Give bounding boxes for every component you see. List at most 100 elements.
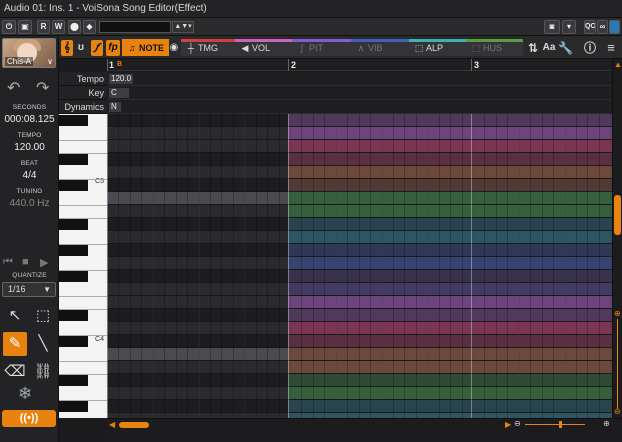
tuning-value[interactable]: 440.0 Hz [0,198,59,209]
menu-icon[interactable]: ≡ [604,40,618,56]
camera-icon[interactable]: ◙ [544,20,560,34]
zoom-in-vertical-icon[interactable]: ⊕ [614,309,621,318]
tab-alp[interactable]: ⬚ ALP [409,39,466,56]
quantize-select[interactable]: 1/16 ▼ [2,282,56,297]
power-icon[interactable]: ⏻ [2,20,16,34]
horizontal-zoom-knob[interactable] [559,421,562,428]
dynamics-track-value[interactable]: N [109,102,121,112]
tempo-track-value[interactable]: 120.0 [109,74,134,84]
black-key[interactable] [59,271,88,282]
redo-icon[interactable]: ↷ [36,78,49,98]
status-indicator-icon[interactable] [609,20,620,34]
grid-row-out[interactable] [107,244,288,257]
grid-row-out[interactable] [107,179,288,192]
grid-row-out[interactable] [107,283,288,296]
singer-avatar[interactable]: Chis-A ∨ [2,38,56,68]
link-icon[interactable]: ∞ [597,20,608,34]
horizontal-scroll-thumb[interactable] [119,422,149,428]
zoom-in-icon[interactable]: ⊕ [603,419,610,428]
box-select-icon[interactable]: ⬚ [31,304,55,328]
piano-keyboard[interactable]: C5 C4 [59,114,107,418]
measure-ruler[interactable]: 1 B 2 3 [107,59,612,71]
black-key[interactable] [59,180,88,191]
rabbit-icon[interactable]: ʊ [75,40,87,56]
text-size-icon[interactable]: Aa [542,40,556,56]
tab-vol[interactable]: ◀ VOL [235,39,292,56]
grid-row-out[interactable] [107,270,288,283]
sort-arrows-icon[interactable]: ⇅ [526,40,540,56]
grid-row-out[interactable] [107,153,288,166]
black-key[interactable] [59,310,88,321]
read-button[interactable]: R [37,20,50,34]
lyrics-icon[interactable]: 𝄞 [61,40,73,56]
pencil-icon[interactable]: ✎ [3,332,27,356]
black-key[interactable] [59,115,88,126]
undo-icon[interactable]: ↶ [7,78,20,98]
vertical-scrollbar[interactable]: ▲ ⊕ ⊖ [612,59,622,418]
speaker-button[interactable]: ((•)) [2,410,56,427]
play-icon[interactable]: ▶ [40,256,48,269]
scroll-up-icon[interactable]: ▲ [614,60,622,69]
key-track-value[interactable]: C [109,88,129,98]
grid-row-out[interactable] [107,400,288,413]
eye-icon[interactable]: ◉ [168,40,180,56]
scroll-right-icon[interactable]: ▶ [505,420,511,429]
grid-row-out[interactable] [107,166,288,179]
tempo-value[interactable]: 120.00 [0,142,59,153]
grid-row-out[interactable] [107,257,288,270]
track-select-arrows[interactable]: ▲▼▾ [172,21,194,33]
link-tool-icon[interactable]: ⛓ [31,360,55,384]
diamond-icon[interactable]: ◆ [83,20,96,34]
grid-row-out[interactable] [107,309,288,322]
freeze-icon[interactable]: ❄ [18,384,32,404]
stop-icon[interactable]: ⬤ [68,20,81,34]
info-icon[interactable]: ⓘ [583,40,597,56]
dynamics-track[interactable]: N [107,100,612,114]
select-arrow-icon[interactable]: ↖ [3,304,27,328]
black-key[interactable] [59,375,88,386]
grid-row-out[interactable] [107,205,288,218]
save-icon[interactable]: ▣ [18,20,32,34]
grid-row-out[interactable] [107,322,288,335]
beat-value[interactable]: 4/4 [0,170,59,181]
tempo-track[interactable]: 120.0 [107,72,612,86]
zoom-out-icon[interactable]: ⊖ [514,419,521,428]
tab-tmg[interactable]: ┼ TMG [181,39,235,56]
grid-row-out[interactable] [107,127,288,140]
piano-roll-grid[interactable] [107,114,612,418]
grid-row-out[interactable] [107,192,288,205]
dynamics-icon[interactable]: 𝆑 [91,40,103,56]
grid-row-out[interactable] [107,114,288,127]
chevron-down-icon[interactable]: ∨ [47,57,53,66]
grid-row-out[interactable] [107,335,288,348]
scroll-left-icon[interactable]: ◀ [109,420,115,429]
vertical-zoom-slider[interactable] [617,319,618,409]
track-name-field[interactable] [99,21,171,33]
grid-row-out[interactable] [107,374,288,387]
wrench-icon[interactable]: 🔧 [558,40,573,56]
line-tool-icon[interactable]: ╲ [31,332,55,356]
black-key[interactable] [59,245,88,256]
horizontal-zoom-slider[interactable] [525,424,585,425]
eraser-icon[interactable]: ⌫ [3,360,27,384]
grid-row-out[interactable] [107,140,288,153]
grid-row-out[interactable] [107,361,288,374]
tab-vib[interactable]: ∧ VIB [351,39,409,56]
black-key[interactable] [59,219,88,230]
grid-row-out[interactable] [107,218,288,231]
stop-icon[interactable]: ■ [22,256,29,268]
zoom-out-vertical-icon[interactable]: ⊖ [614,407,621,416]
horizontal-scrollbar[interactable]: ◀ ▶ ⊖ ⊕ [107,418,622,442]
playhead-marker[interactable]: B [117,61,122,68]
grid-row-out[interactable] [107,231,288,244]
black-key[interactable] [59,401,88,412]
grid-row-out[interactable] [107,296,288,309]
tab-pit[interactable]: ∫ PIT [292,39,351,56]
tab-note[interactable]: ♫ NOTE [122,39,169,56]
fp-icon[interactable]: fp [106,40,120,56]
grid-row-out[interactable] [107,348,288,361]
skip-back-icon[interactable]: ⏮ [3,256,13,269]
key-track[interactable]: C [107,86,612,100]
dropdown-icon[interactable]: ▾ [562,20,576,34]
qc-button[interactable]: QC [584,20,596,34]
